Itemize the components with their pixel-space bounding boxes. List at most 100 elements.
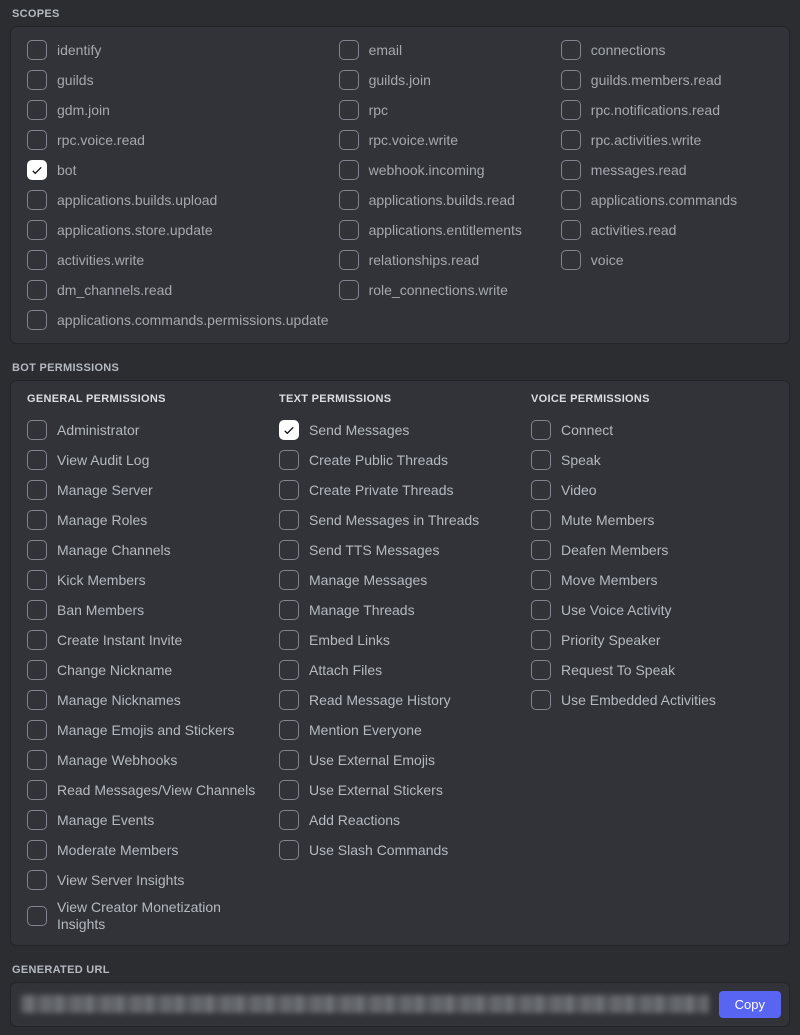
checkbox-icon[interactable] [27,280,47,300]
checkbox-icon[interactable] [339,250,359,270]
permission-manage-roles[interactable]: Manage Roles [27,509,269,531]
permission-mention-everyone[interactable]: Mention Everyone [279,719,521,741]
checkbox-icon[interactable] [27,310,47,330]
checkbox-icon[interactable] [561,130,581,150]
permission-send-tts-messages[interactable]: Send TTS Messages [279,539,521,561]
checkbox-icon[interactable] [27,100,47,120]
scope-gdm-join[interactable]: gdm.join [27,99,329,121]
checkbox-icon[interactable] [27,40,47,60]
checkbox-icon[interactable] [27,906,47,926]
scope-applications-store-update[interactable]: applications.store.update [27,219,329,241]
permission-use-embedded-activities[interactable]: Use Embedded Activities [531,689,773,711]
checkbox-icon[interactable] [27,630,47,650]
checkbox-icon[interactable] [561,100,581,120]
checkbox-icon[interactable] [279,540,299,560]
permission-connect[interactable]: Connect [531,419,773,441]
scope-applications-builds-upload[interactable]: applications.builds.upload [27,189,329,211]
checkbox-icon[interactable] [27,810,47,830]
checkbox-icon[interactable] [531,600,551,620]
permission-create-instant-invite[interactable]: Create Instant Invite [27,629,269,651]
checkbox-icon[interactable] [27,160,47,180]
scope-applications-commands-permissions-update[interactable]: applications.commands.permissions.update [27,309,329,331]
checkbox-icon[interactable] [27,690,47,710]
checkbox-icon[interactable] [279,750,299,770]
scope-voice[interactable]: voice [561,249,773,271]
permission-moderate-members[interactable]: Moderate Members [27,839,269,861]
scope-webhook-incoming[interactable]: webhook.incoming [339,159,551,181]
checkbox-icon[interactable] [27,660,47,680]
permission-embed-links[interactable]: Embed Links [279,629,521,651]
permission-manage-channels[interactable]: Manage Channels [27,539,269,561]
scope-bot[interactable]: bot [27,159,329,181]
permission-kick-members[interactable]: Kick Members [27,569,269,591]
checkbox-icon[interactable] [27,720,47,740]
checkbox-icon[interactable] [561,220,581,240]
checkbox-icon[interactable] [27,190,47,210]
permission-ban-members[interactable]: Ban Members [27,599,269,621]
permission-change-nickname[interactable]: Change Nickname [27,659,269,681]
permission-use-external-stickers[interactable]: Use External Stickers [279,779,521,801]
scope-connections[interactable]: connections [561,39,773,61]
permission-view-audit-log[interactable]: View Audit Log [27,449,269,471]
scope-guilds-members-read[interactable]: guilds.members.read [561,69,773,91]
checkbox-icon[interactable] [27,450,47,470]
checkbox-icon[interactable] [279,420,299,440]
checkbox-icon[interactable] [27,130,47,150]
checkbox-icon[interactable] [279,480,299,500]
checkbox-icon[interactable] [27,780,47,800]
checkbox-icon[interactable] [27,840,47,860]
checkbox-icon[interactable] [279,630,299,650]
permission-create-public-threads[interactable]: Create Public Threads [279,449,521,471]
permission-deafen-members[interactable]: Deafen Members [531,539,773,561]
permission-mute-members[interactable]: Mute Members [531,509,773,531]
scope-relationships-read[interactable]: relationships.read [339,249,551,271]
scope-rpc-voice-write[interactable]: rpc.voice.write [339,129,551,151]
checkbox-icon[interactable] [531,510,551,530]
permission-video[interactable]: Video [531,479,773,501]
checkbox-icon[interactable] [531,540,551,560]
permission-view-server-insights[interactable]: View Server Insights [27,869,269,891]
permission-request-to-speak[interactable]: Request To Speak [531,659,773,681]
checkbox-icon[interactable] [27,220,47,240]
copy-button[interactable]: Copy [719,991,781,1018]
scope-role-connections-write[interactable]: role_connections.write [339,279,551,301]
scope-applications-commands[interactable]: applications.commands [561,189,773,211]
checkbox-icon[interactable] [279,780,299,800]
checkbox-icon[interactable] [279,810,299,830]
checkbox-icon[interactable] [531,570,551,590]
checkbox-icon[interactable] [339,160,359,180]
scope-activities-read[interactable]: activities.read [561,219,773,241]
checkbox-icon[interactable] [531,690,551,710]
checkbox-icon[interactable] [561,70,581,90]
checkbox-icon[interactable] [339,40,359,60]
scope-activities-write[interactable]: activities.write [27,249,329,271]
checkbox-icon[interactable] [27,250,47,270]
checkbox-icon[interactable] [279,570,299,590]
permission-manage-messages[interactable]: Manage Messages [279,569,521,591]
permission-move-members[interactable]: Move Members [531,569,773,591]
permission-manage-server[interactable]: Manage Server [27,479,269,501]
permission-speak[interactable]: Speak [531,449,773,471]
permission-administrator[interactable]: Administrator [27,419,269,441]
scope-guilds-join[interactable]: guilds.join [339,69,551,91]
permission-create-private-threads[interactable]: Create Private Threads [279,479,521,501]
permission-manage-nicknames[interactable]: Manage Nicknames [27,689,269,711]
permission-manage-emojis-and-stickers[interactable]: Manage Emojis and Stickers [27,719,269,741]
scope-applications-builds-read[interactable]: applications.builds.read [339,189,551,211]
scope-guilds[interactable]: guilds [27,69,329,91]
checkbox-icon[interactable] [339,70,359,90]
checkbox-icon[interactable] [561,40,581,60]
permission-use-slash-commands[interactable]: Use Slash Commands [279,839,521,861]
checkbox-icon[interactable] [27,540,47,560]
checkbox-icon[interactable] [27,870,47,890]
checkbox-icon[interactable] [27,750,47,770]
scope-rpc-notifications-read[interactable]: rpc.notifications.read [561,99,773,121]
checkbox-icon[interactable] [561,160,581,180]
scope-identify[interactable]: identify [27,39,329,61]
checkbox-icon[interactable] [339,190,359,210]
checkbox-icon[interactable] [279,450,299,470]
checkbox-icon[interactable] [279,510,299,530]
checkbox-icon[interactable] [531,480,551,500]
generated-url-value[interactable] [21,995,709,1013]
checkbox-icon[interactable] [279,600,299,620]
